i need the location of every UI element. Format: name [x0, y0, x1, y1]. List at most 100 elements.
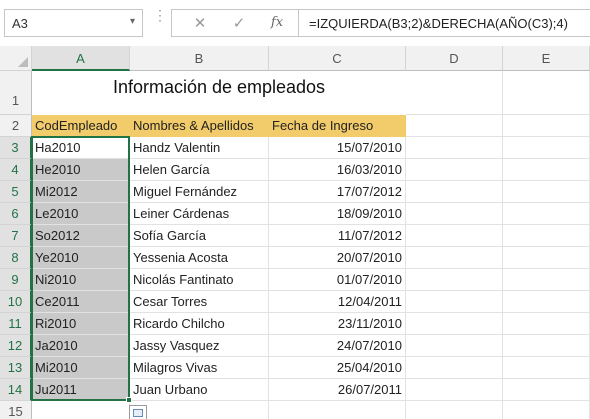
column-header-b[interactable]: B [130, 46, 269, 71]
hire-date-cell[interactable]: 01/07/2010 [269, 269, 406, 291]
employee-name-cell[interactable]: Milagros Vivas [130, 357, 269, 379]
cell[interactable] [503, 159, 590, 181]
cell[interactable] [406, 115, 503, 137]
cell[interactable] [269, 401, 406, 419]
quick-analysis-icon[interactable] [129, 405, 147, 419]
cell[interactable] [406, 313, 503, 335]
cell[interactable] [32, 401, 130, 419]
cell[interactable] [406, 137, 503, 159]
cell[interactable] [503, 225, 590, 247]
cell[interactable] [406, 379, 503, 401]
cell[interactable] [503, 269, 590, 291]
employee-code-cell[interactable]: So2012 [32, 225, 130, 247]
hire-date-cell[interactable]: 20/07/2010 [269, 247, 406, 269]
employee-code-cell[interactable]: Ce2011 [32, 291, 130, 313]
employee-code-cell[interactable]: Ri2010 [32, 313, 130, 335]
cell[interactable] [406, 335, 503, 357]
cancel-icon[interactable]: ✕ [188, 14, 212, 34]
employee-code-cell[interactable]: He2010 [32, 159, 130, 181]
cell[interactable] [130, 401, 269, 419]
cell[interactable] [406, 247, 503, 269]
column-header-e[interactable]: E [503, 46, 590, 71]
employee-code-cell[interactable]: Mi2010 [32, 357, 130, 379]
chevron-down-icon[interactable]: ▾ [130, 16, 135, 27]
cell[interactable] [503, 335, 590, 357]
row-header-15[interactable]: 15 [0, 401, 32, 419]
cell[interactable] [503, 115, 590, 137]
cell[interactable] [503, 379, 590, 401]
hire-date-cell[interactable]: 26/07/2011 [269, 379, 406, 401]
column-header-d[interactable]: D [406, 46, 503, 71]
row-header-8[interactable]: 8 [0, 247, 32, 269]
hire-date-cell[interactable]: 15/07/2010 [269, 137, 406, 159]
employee-code-cell[interactable]: Mi2012 [32, 181, 130, 203]
employee-code-cell[interactable]: Ha2010 [32, 137, 130, 159]
row-header-10[interactable]: 10 [0, 291, 32, 313]
cell[interactable] [406, 159, 503, 181]
cell[interactable] [503, 203, 590, 225]
row-header-1[interactable]: 1 [0, 71, 32, 115]
cell[interactable] [406, 357, 503, 379]
cell[interactable] [503, 313, 590, 335]
cell[interactable] [406, 225, 503, 247]
hire-date-cell[interactable]: 18/09/2010 [269, 203, 406, 225]
select-all-button[interactable] [0, 46, 32, 71]
hire-date-cell[interactable]: 16/03/2010 [269, 159, 406, 181]
row-header-3[interactable]: 3 [0, 137, 32, 159]
cell[interactable] [503, 291, 590, 313]
cell[interactable] [406, 401, 503, 419]
employee-code-cell[interactable]: Ni2010 [32, 269, 130, 291]
formula-input[interactable]: =IZQUIERDA(B3;2)&DERECHA(AÑO(C3);4) [298, 9, 590, 37]
hire-date-cell[interactable]: 24/07/2010 [269, 335, 406, 357]
row-header-9[interactable]: 9 [0, 269, 32, 291]
employee-name-cell[interactable]: Miguel Fernández [130, 181, 269, 203]
employee-name-cell[interactable]: Jassy Vasquez [130, 335, 269, 357]
hire-date-cell[interactable]: 17/07/2012 [269, 181, 406, 203]
row-header-12[interactable]: 12 [0, 335, 32, 357]
column-header-c[interactable]: C [269, 46, 406, 71]
employee-name-cell[interactable]: Sofía García [130, 225, 269, 247]
employee-code-cell[interactable]: Ja2010 [32, 335, 130, 357]
cell[interactable] [503, 401, 590, 419]
row-header-7[interactable]: 7 [0, 225, 32, 247]
cell[interactable] [503, 247, 590, 269]
row-header-5[interactable]: 5 [0, 181, 32, 203]
row-header-4[interactable]: 4 [0, 159, 32, 181]
column-label-cell[interactable]: Nombres & Apellidos [130, 115, 269, 137]
cell[interactable] [406, 181, 503, 203]
row-header-13[interactable]: 13 [0, 357, 32, 379]
employee-code-cell[interactable]: Ye2010 [32, 247, 130, 269]
employee-name-cell[interactable]: Leiner Cárdenas [130, 203, 269, 225]
hire-date-cell[interactable]: 12/04/2011 [269, 291, 406, 313]
employee-code-cell[interactable]: Le2010 [32, 203, 130, 225]
row-header-14[interactable]: 14 [0, 379, 32, 401]
employee-name-cell[interactable]: Yessenia Acosta [130, 247, 269, 269]
check-icon[interactable]: ✓ [227, 14, 251, 34]
column-header-a[interactable]: A [32, 46, 130, 71]
name-box[interactable]: A3 ▾ [4, 9, 143, 37]
grip-icon[interactable]: ⋮ [153, 8, 167, 34]
cell[interactable] [406, 269, 503, 291]
cell[interactable] [503, 357, 590, 379]
row-header-2[interactable]: 2 [0, 115, 32, 137]
employee-name-cell[interactable]: Juan Urbano [130, 379, 269, 401]
employee-code-cell[interactable]: Ju2011 [32, 379, 130, 401]
hire-date-cell[interactable]: 11/07/2012 [269, 225, 406, 247]
hire-date-cell[interactable]: 23/11/2010 [269, 313, 406, 335]
employee-name-cell[interactable]: Ricardo Chilcho [130, 313, 269, 335]
employee-name-cell[interactable]: Handz Valentin [130, 137, 269, 159]
column-label-cell[interactable]: Fecha de Ingreso [269, 115, 406, 137]
cell[interactable] [503, 181, 590, 203]
cell[interactable] [406, 291, 503, 313]
row-header-6[interactable]: 6 [0, 203, 32, 225]
cell[interactable] [503, 137, 590, 159]
fill-handle[interactable] [126, 397, 132, 403]
insert-function-icon[interactable]: fx [265, 15, 289, 35]
sheet-title[interactable]: Información de empleados [32, 71, 406, 115]
cell[interactable] [503, 71, 590, 115]
employee-name-cell[interactable]: Cesar Torres [130, 291, 269, 313]
column-label-cell[interactable]: CodEmpleado [32, 115, 130, 137]
row-header-11[interactable]: 11 [0, 313, 32, 335]
employee-name-cell[interactable]: Nicolás Fantinato [130, 269, 269, 291]
hire-date-cell[interactable]: 25/04/2010 [269, 357, 406, 379]
